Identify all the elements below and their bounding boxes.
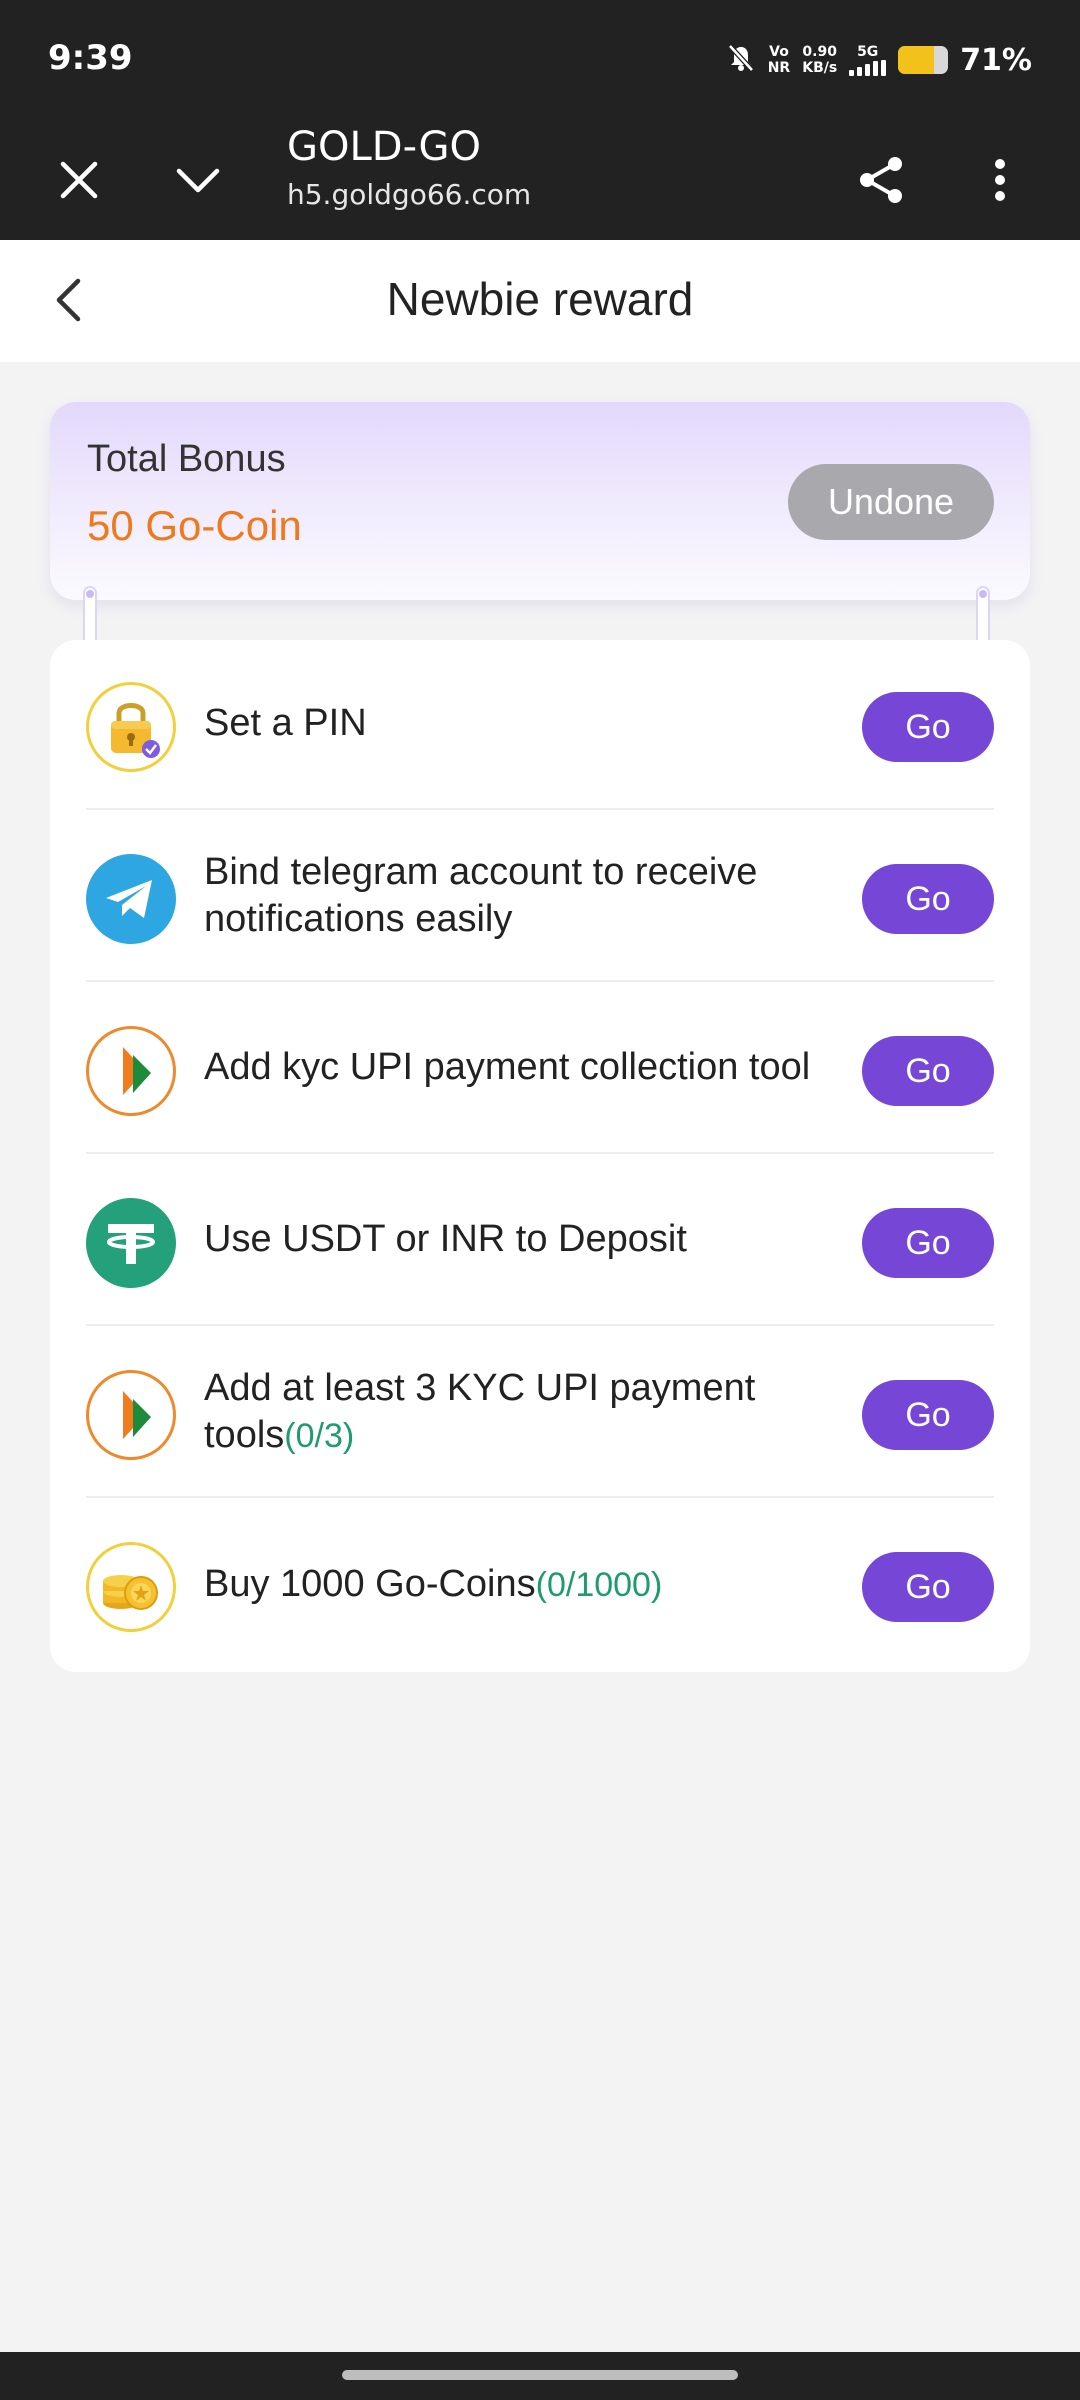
network-speed-value: 0.90 bbox=[802, 44, 837, 60]
task-item-bind-telegram: Bind telegram account to receive notific… bbox=[86, 812, 994, 982]
network-type: 5G bbox=[857, 44, 879, 60]
battery-fill bbox=[898, 46, 934, 74]
upi-icon bbox=[86, 1370, 176, 1460]
task-label: Bind telegram account to receive notific… bbox=[204, 850, 758, 940]
go-button[interactable]: Go bbox=[862, 1036, 994, 1106]
task-progress: (0/1000) bbox=[535, 1566, 663, 1604]
task-label: Use USDT or INR to Deposit bbox=[204, 1218, 687, 1260]
site-title: GOLD-GO bbox=[287, 124, 481, 170]
battery-icon bbox=[898, 46, 949, 74]
task-item-add-kyc-upi: Add kyc UPI payment collection tool Go bbox=[86, 984, 994, 1154]
browser-toolbar: GOLD-GO h5.goldgo66.com bbox=[0, 120, 1080, 240]
battery-percentage: 71% bbox=[960, 42, 1032, 78]
total-bonus-label: Total Bonus bbox=[87, 438, 286, 480]
lock-icon bbox=[86, 682, 176, 772]
network-speed: 0.90 KB/s bbox=[802, 44, 837, 76]
task-item-add-3-kyc-upi: Add at least 3 KYC UPI payment tools(0/3… bbox=[86, 1328, 994, 1498]
app-header: Newbie reward bbox=[0, 240, 1080, 362]
task-list: Set a PIN Go Bind telegram account to re… bbox=[50, 640, 1030, 1672]
total-bonus-value: 50 Go-Coin bbox=[87, 502, 302, 549]
coins-icon bbox=[86, 1542, 176, 1632]
close-icon[interactable] bbox=[39, 140, 119, 220]
chevron-down-icon[interactable] bbox=[158, 140, 238, 220]
more-vert-icon[interactable] bbox=[960, 140, 1040, 220]
go-button[interactable]: Go bbox=[862, 1552, 994, 1622]
home-indicator[interactable] bbox=[342, 2370, 738, 2380]
task-item-usdt-deposit: Use USDT or INR to Deposit Go bbox=[86, 1156, 994, 1326]
system-nav-bar bbox=[0, 2352, 1080, 2400]
share-icon[interactable] bbox=[842, 140, 922, 220]
task-item-buy-go-coins: Buy 1000 Go-Coins(0/1000) Go bbox=[86, 1500, 994, 1670]
task-label: Add kyc UPI payment collection tool bbox=[204, 1046, 811, 1088]
tether-icon bbox=[86, 1198, 176, 1288]
status-time: 9:39 bbox=[48, 38, 133, 78]
go-button[interactable]: Go bbox=[862, 1208, 994, 1278]
mute-bell-icon bbox=[726, 43, 756, 78]
status-icons: Vo NR 0.90 KB/s 5G 71% bbox=[726, 40, 1032, 80]
network-speed-unit: KB/s bbox=[802, 60, 838, 76]
status-bar: 9:39 Vo NR 0.90 KB/s 5G 71% bbox=[0, 0, 1080, 120]
task-label: Set a PIN bbox=[204, 702, 367, 744]
total-bonus-card: Total Bonus 50 Go-Coin Undone bbox=[50, 402, 1030, 600]
page-title: Newbie reward bbox=[386, 273, 694, 325]
task-progress: (0/3) bbox=[284, 1416, 355, 1455]
task-label: Buy 1000 Go-Coins bbox=[204, 1563, 536, 1605]
signal-icon bbox=[849, 60, 887, 76]
go-button[interactable]: Go bbox=[862, 1380, 994, 1450]
go-button[interactable]: Go bbox=[862, 692, 994, 762]
undone-button[interactable]: Undone bbox=[788, 464, 994, 540]
upi-icon bbox=[86, 1026, 176, 1116]
telegram-icon bbox=[86, 854, 176, 944]
volte-indicator: Vo NR bbox=[768, 44, 791, 76]
signal-group: 5G bbox=[849, 44, 887, 76]
go-button[interactable]: Go bbox=[862, 864, 994, 934]
volte-bottom: NR bbox=[767, 60, 791, 76]
volte-top: Vo bbox=[769, 44, 789, 60]
task-item-set-pin: Set a PIN Go bbox=[86, 640, 994, 810]
site-url[interactable]: h5.goldgo66.com bbox=[287, 178, 531, 211]
